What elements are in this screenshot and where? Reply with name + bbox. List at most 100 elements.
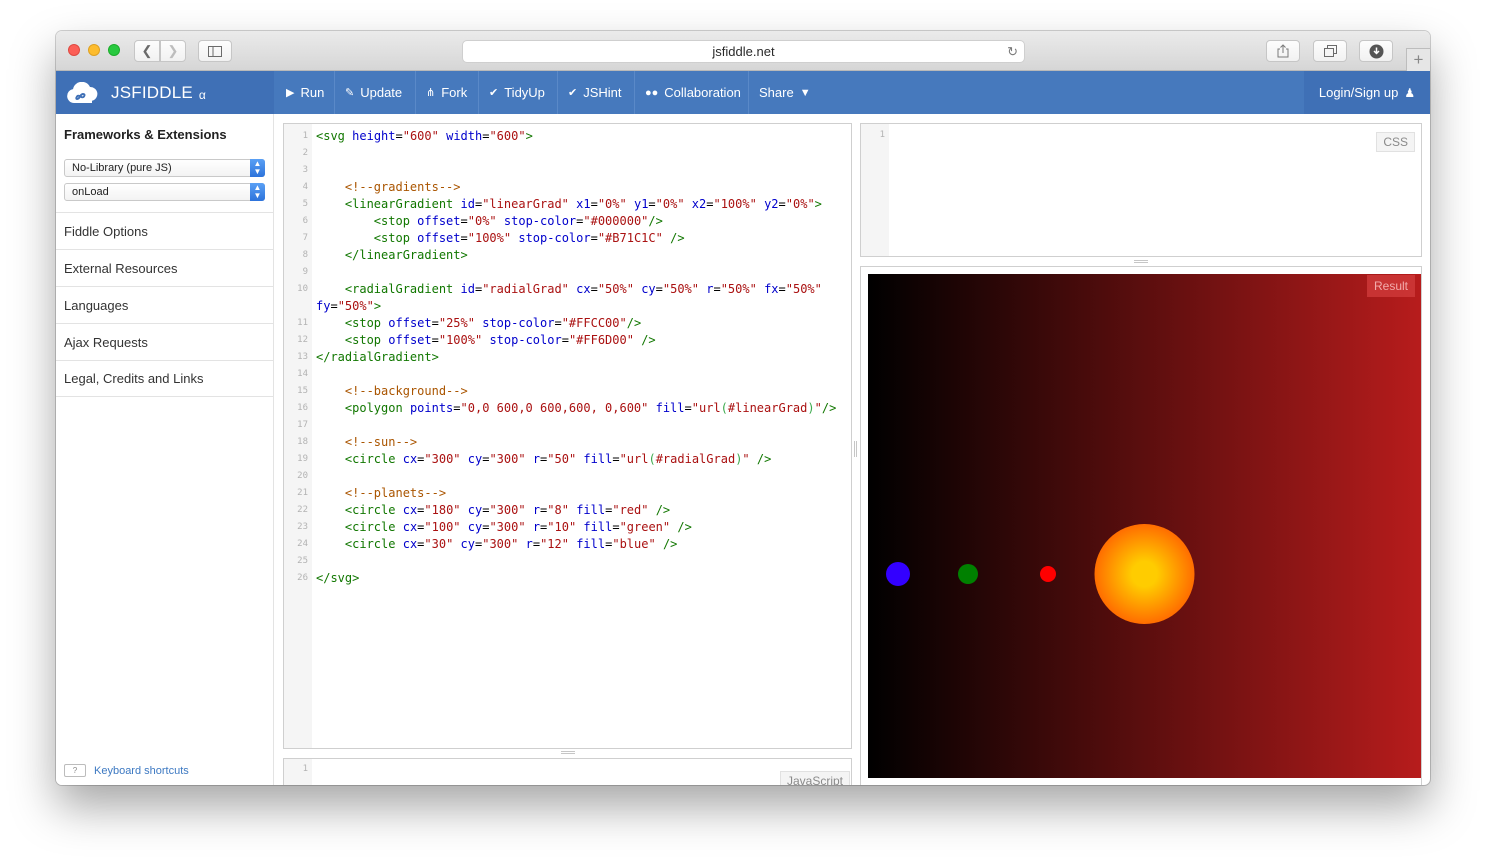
line-number: 18	[297, 437, 308, 447]
load-type-select[interactable]: onLoad ▲ ▼	[64, 183, 265, 201]
keyboard-key-icon: ?	[64, 764, 86, 777]
keyboard-shortcuts-link[interactable]: ? Keyboard shortcuts	[64, 764, 189, 777]
reload-icon[interactable]: ↻	[1007, 44, 1018, 60]
tidyup-button[interactable]: ✔ TidyUp	[478, 71, 555, 114]
plus-icon: +	[1413, 50, 1424, 69]
line-number: 16	[297, 403, 308, 413]
line-number: 11	[297, 318, 308, 328]
line-number: 1	[302, 131, 308, 141]
vertical-resize-grip[interactable]	[854, 441, 857, 457]
tabs-overview-button[interactable]	[1313, 40, 1347, 62]
collaboration-button[interactable]: ●● Collaboration	[634, 71, 751, 114]
result-planet-blue	[886, 562, 910, 586]
code-text: <svg height="600" width="600">	[316, 129, 533, 143]
css-editor-panel[interactable]: 1 CSS	[860, 123, 1422, 257]
html-editor-panel[interactable]: 1 <svg height="600" width="600"> 2 3 4 <!--g…	[283, 123, 852, 749]
browser-window: ❮ ❯ jsfiddle.net ↻ + JSFIDDLE α ▶ Run ✎ …	[56, 31, 1430, 785]
back-button[interactable]: ❮	[134, 40, 160, 62]
fork-icon: ⋔	[426, 87, 436, 99]
login-signup-button[interactable]: Login/Sign up ♟	[1304, 71, 1430, 114]
code-text: <stop offset="100%" stop-color="#B71C1C"…	[373, 231, 685, 245]
jsfiddle-navbar: JSFIDDLE α ▶ Run ✎ Update ⋔ Fork ✔ TidyU…	[56, 71, 1430, 114]
sidebar-item-label: Languages	[64, 297, 129, 313]
code-text: <circle cx="300" cy="300" r="50" fill="u…	[344, 452, 772, 466]
line-number: 14	[297, 369, 308, 379]
brand-name: JSFIDDLE	[111, 82, 193, 102]
downloads-button[interactable]	[1359, 40, 1393, 62]
tabs-icon	[1323, 45, 1337, 57]
line-number: 3	[302, 165, 308, 175]
line-number: 12	[297, 335, 308, 345]
tidyup-label: TidyUp	[504, 85, 545, 100]
keyboard-shortcuts-label: Keyboard shortcuts	[94, 764, 189, 777]
frameworks-title: Frameworks & Extensions	[64, 127, 227, 142]
run-button[interactable]: ▶ Run	[276, 71, 334, 114]
share-button[interactable]	[1266, 40, 1300, 62]
code-text: <!--planets-->	[344, 486, 447, 500]
line-number: 4	[302, 182, 308, 192]
minimize-window-button[interactable]	[88, 44, 100, 56]
collaboration-label: Collaboration	[664, 85, 741, 100]
brand-suffix: α	[198, 88, 206, 102]
forward-button[interactable]: ❯	[160, 40, 186, 62]
pencil-icon: ✎	[345, 87, 355, 99]
zoom-window-button[interactable]	[108, 44, 120, 56]
sidebar-item-ajax-requests[interactable]: Ajax Requests	[56, 323, 273, 360]
share-label: Share	[759, 85, 794, 100]
sidebar-item-external-resources[interactable]: External Resources	[56, 249, 273, 286]
check-icon: ✔	[489, 87, 499, 99]
sidebar-toggle-button[interactable]	[198, 40, 232, 62]
framework-select-value: No-Library (pure JS)	[72, 162, 172, 174]
resize-grip[interactable]	[561, 751, 575, 754]
sidebar-item-label: Ajax Requests	[64, 334, 148, 350]
code-text: </linearGradient>	[344, 248, 468, 262]
load-type-value: onLoad	[72, 186, 109, 198]
new-tab-button[interactable]: +	[1406, 48, 1430, 71]
css-panel-label: CSS	[1376, 132, 1415, 152]
chevron-left-icon: ❮	[141, 43, 153, 58]
share-menu-button[interactable]: Share ▼	[748, 71, 821, 114]
sidebar-icon	[208, 45, 222, 57]
share-icon	[1277, 44, 1289, 58]
resize-grip[interactable]	[1134, 260, 1148, 263]
code-text: <stop offset="0%" stop-color="#000000"/>	[373, 214, 663, 228]
fork-button[interactable]: ⋔ Fork	[415, 71, 477, 114]
brand[interactable]: JSFIDDLE α	[56, 71, 274, 114]
line-number: 21	[297, 488, 308, 498]
sidebar-item-fiddle-options[interactable]: Fiddle Options	[56, 212, 273, 249]
users-icon: ●●	[645, 86, 659, 99]
result-planet-red	[1040, 566, 1056, 582]
code-text: <circle cx="180" cy="300" r="8" fill="re…	[344, 503, 671, 517]
code-text: <radialGradient id="radialGrad" cx="50%"…	[344, 282, 822, 296]
code-text: <circle cx="30" cy="300" r="12" fill="bl…	[344, 537, 678, 551]
javascript-editor-panel[interactable]: 1 JavaScript	[283, 758, 852, 785]
framework-select[interactable]: No-Library (pure JS) ▲ ▼	[64, 159, 265, 177]
javascript-panel-label: JavaScript	[779, 771, 850, 785]
code-text: <!--sun-->	[344, 435, 418, 449]
code-text: <polygon points="0,0 600,0 600,600, 0,60…	[344, 401, 837, 415]
result-frame[interactable]: Result	[868, 274, 1421, 778]
update-button[interactable]: ✎ Update	[334, 71, 412, 114]
select-arrows-icon: ▲ ▼	[250, 183, 265, 201]
line-number: 13	[297, 352, 308, 362]
code-text: <!--background-->	[344, 384, 468, 398]
update-label: Update	[360, 85, 403, 100]
close-window-button[interactable]	[68, 44, 80, 56]
user-icon: ♟	[1404, 85, 1416, 100]
login-label: Login/Sign up	[1318, 85, 1399, 100]
sidebar-item-legal[interactable]: Legal, Credits and Links	[56, 360, 273, 397]
line-number: 6	[302, 216, 308, 226]
address-bar[interactable]: jsfiddle.net ↻	[462, 40, 1025, 63]
result-sun	[1094, 524, 1195, 624]
jshint-label: JSHint	[583, 85, 622, 100]
code-text: <stop offset="100%" stop-color="#FF6D00"…	[344, 333, 656, 347]
sidebar-item-label: Legal, Credits and Links	[64, 371, 204, 386]
code-text: fy="50%">	[316, 299, 382, 313]
play-icon: ▶	[286, 87, 295, 99]
sidebar: Frameworks & Extensions No-Library (pure…	[56, 114, 274, 785]
browser-toolbar: ❮ ❯ jsfiddle.net ↻ +	[56, 31, 1430, 71]
result-svg	[868, 274, 1421, 778]
jshint-button[interactable]: ✔ JSHint	[557, 71, 632, 114]
line-number: 1	[879, 130, 885, 140]
sidebar-item-languages[interactable]: Languages	[56, 286, 273, 323]
